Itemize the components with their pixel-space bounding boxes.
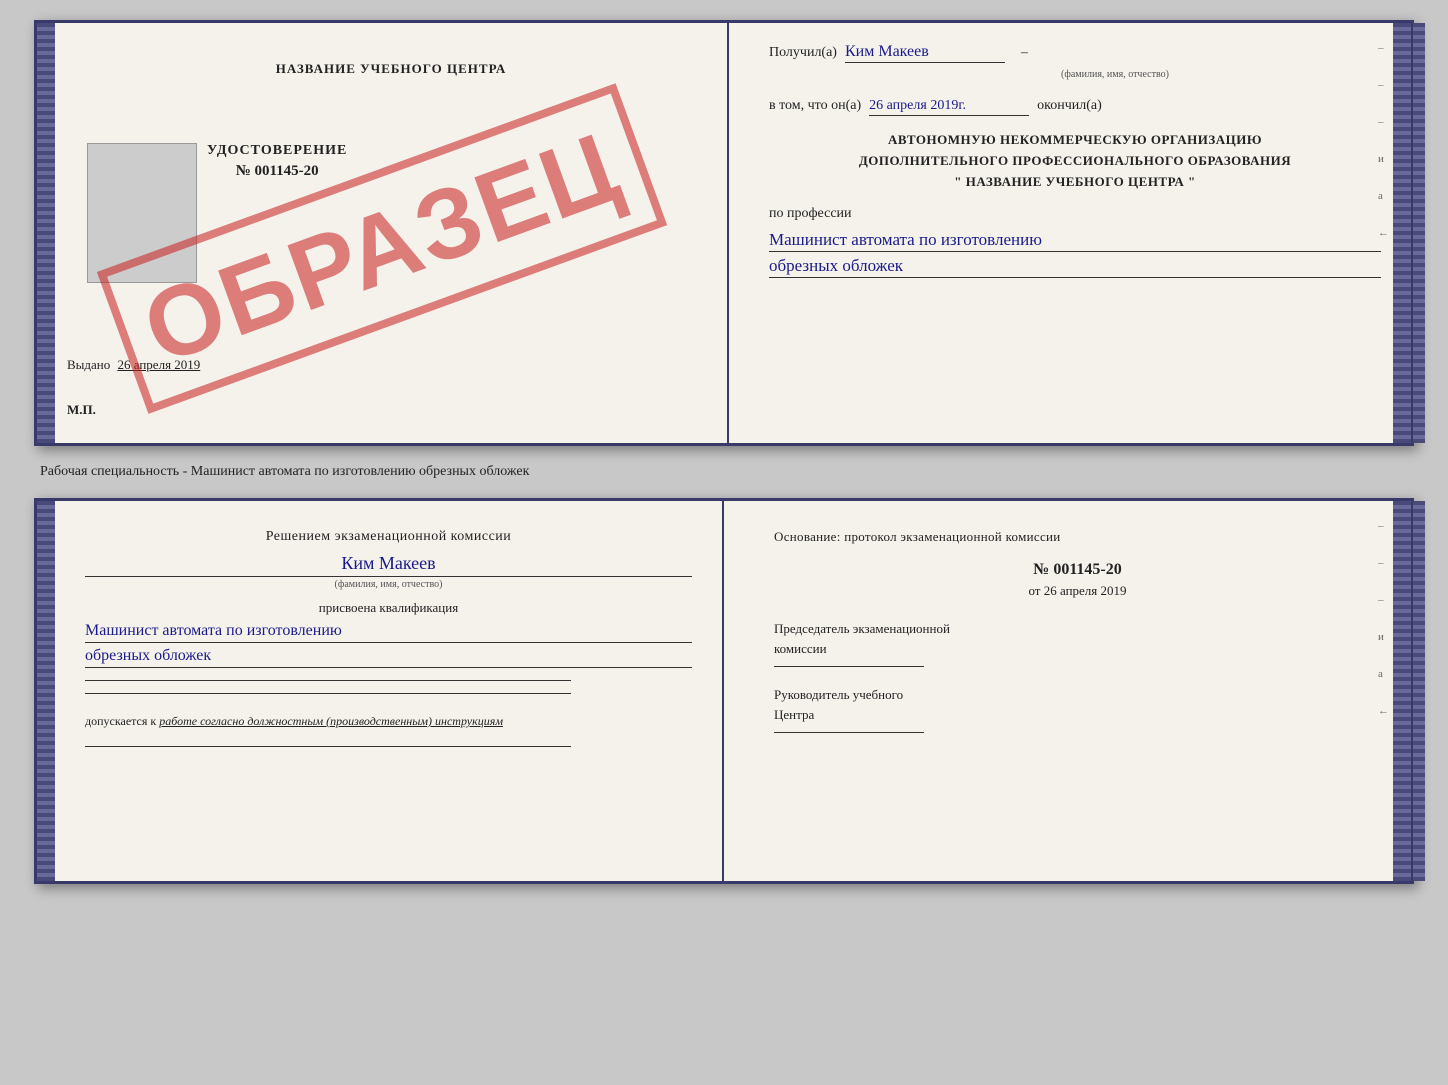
protocol-number: № 001145-20 (774, 561, 1381, 579)
right-dashes: – – – и а ← (1378, 43, 1389, 239)
rukovoditel-block: Руководитель учебного Центра (774, 685, 1381, 733)
top-left-half: НАЗВАНИЕ УЧЕБНОГО ЦЕНТРА УДОСТОВЕРЕНИЕ №… (37, 23, 729, 443)
v-tom-line: в том, что он(а) 26 апреля 2019г. окончи… (769, 98, 1381, 116)
org-block: АВТОНОМНУЮ НЕКОММЕРЧЕСКУЮ ОРГАНИЗАЦИЮ ДО… (769, 130, 1381, 192)
ot-label: от (1028, 583, 1040, 598)
bottom-right-half: Основание: протокол экзаменационной коми… (724, 501, 1411, 881)
okonchil-label: окончил(а) (1037, 98, 1102, 114)
number-label: № (1033, 561, 1049, 578)
center-spine (1413, 23, 1425, 443)
bottom-center-spine (1413, 501, 1425, 881)
prisvoena-label: присвоена квалификация (85, 600, 692, 616)
protocol-date: от 26 апреля 2019 (774, 583, 1381, 599)
dopuskaetsya-text: работе согласно должностным (производств… (159, 714, 503, 728)
dopuskaetsya-block: допускается к работе согласно должностны… (85, 712, 692, 730)
cert-number: № 001145-20 (207, 163, 347, 180)
photo-placeholder (87, 143, 197, 283)
vydano-date: 26 апреля 2019 (118, 357, 201, 372)
bottom-fio-label: (фамилия, имя, отчество) (85, 579, 692, 590)
po-professii-label: по профессии (769, 206, 1381, 222)
number-value: 001145-20 (1053, 561, 1121, 578)
profession-line1: Машинист автомата по изготовлению (769, 230, 1381, 252)
poluchil-line: Получил(а) Ким Макеев – (769, 43, 1381, 63)
rukovoditel-signature-line (774, 732, 924, 733)
bottom-right-spine (1393, 501, 1411, 881)
org-line3: " НАЗВАНИЕ УЧЕБНОГО ЦЕНТРА " (769, 172, 1381, 193)
bottom-document-pair: Решением экзаменационной комиссии Ким Ма… (34, 498, 1414, 884)
qual-line2: обрезных обложек (85, 647, 692, 668)
v-tom-label: в том, что он(а) (769, 98, 861, 114)
fio-sublabel: (фамилия, имя, отчество) (849, 69, 1381, 80)
predsedatel-signature-line (774, 666, 924, 667)
completion-date: 26 апреля 2019г. (869, 98, 1029, 116)
org-line1: АВТОНОМНУЮ НЕКОММЕРЧЕСКУЮ ОРГАНИЗАЦИЮ (769, 130, 1381, 151)
udostoverenie-label: УДОСТОВЕРЕНИЕ (207, 143, 347, 159)
poluchil-label: Получил(а) (769, 45, 837, 61)
profession-line2: обрезных обложек (769, 256, 1381, 278)
top-right-half: Получил(а) Ким Макеев – (фамилия, имя, о… (729, 23, 1411, 443)
rukovoditel-line2: Центра (774, 705, 1381, 725)
predsedatel-line1: Председатель экзаменационной (774, 619, 1381, 639)
bottom-fio: Ким Макеев (85, 553, 692, 577)
mp-label: М.П. (67, 402, 96, 418)
qual-line1: Машинист автомата по изготовлению (85, 622, 692, 643)
top-document-pair: НАЗВАНИЕ УЧЕБНОГО ЦЕНТРА УДОСТОВЕРЕНИЕ №… (34, 20, 1414, 446)
cert-title: НАЗВАНИЕ УЧЕБНОГО ЦЕНТРА (85, 61, 697, 77)
predsedatel-block: Председатель экзаменационной комиссии (774, 619, 1381, 667)
bottom-left-half: Решением экзаменационной комиссии Ким Ма… (37, 501, 724, 881)
separator-text: Рабочая специальность - Машинист автомат… (20, 464, 529, 480)
predsedatel-line2: комиссии (774, 639, 1381, 659)
resheniem-text: Решением экзаменационной комиссии (85, 529, 692, 545)
dopuskaetsya-prefix: допускается к (85, 714, 156, 728)
blank-line-2 (85, 693, 571, 694)
recipient-name: Ким Макеев (845, 43, 1005, 63)
vydano-block: Выдано 26 апреля 2019 (67, 357, 200, 373)
right-spine (1393, 23, 1411, 443)
osnovanie-text: Основание: протокол экзаменационной коми… (774, 529, 1381, 545)
blank-line-1 (85, 680, 571, 681)
rukovoditel-line1: Руководитель учебного (774, 685, 1381, 705)
vydano-label: Выдано (67, 357, 110, 372)
protocol-date-value: 26 апреля 2019 (1044, 583, 1127, 598)
udostoverenie-block: УДОСТОВЕРЕНИЕ № 001145-20 (207, 143, 347, 180)
blank-line-3 (85, 746, 571, 747)
org-line2: ДОПОЛНИТЕЛЬНОГО ПРОФЕССИОНАЛЬНОГО ОБРАЗО… (769, 151, 1381, 172)
bottom-right-dashes: – – – и а ← (1378, 521, 1389, 717)
